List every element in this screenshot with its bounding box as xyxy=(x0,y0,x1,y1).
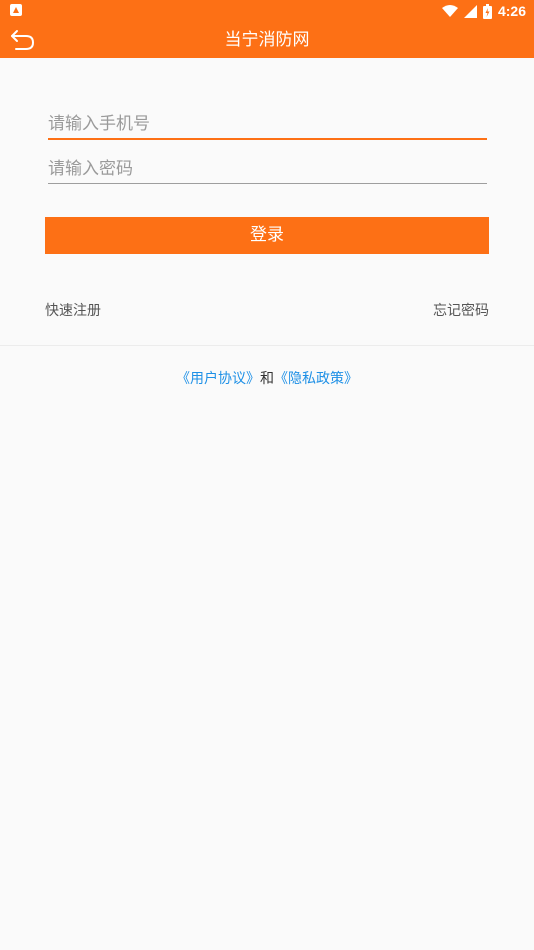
user-agreement-link[interactable]: 《用户协议》 xyxy=(176,371,260,387)
app-bar: 当宁消防网 xyxy=(0,22,534,58)
status-icons: 4:26 xyxy=(441,0,526,22)
agreement-text: 《用户协议》和《隐私政策》 xyxy=(0,368,534,388)
login-button[interactable]: 登录 xyxy=(45,217,489,254)
phone-input[interactable] xyxy=(48,114,487,134)
status-time: 4:26 xyxy=(497,3,526,19)
forgot-password-link[interactable]: 忘记密码 xyxy=(433,300,489,320)
signal-icon xyxy=(463,4,477,18)
privacy-policy-link[interactable]: 《隐私政策》 xyxy=(274,371,358,387)
status-bar: 4:26 xyxy=(0,0,534,22)
wifi-icon xyxy=(441,5,458,17)
battery-icon xyxy=(482,3,492,19)
password-field-container xyxy=(48,150,487,184)
agreement-conjunction: 和 xyxy=(260,371,274,387)
phone-field-container xyxy=(48,106,487,140)
page-title: 当宁消防网 xyxy=(224,30,310,50)
notification-icon xyxy=(10,4,22,16)
password-input[interactable] xyxy=(48,159,487,179)
divider xyxy=(0,345,534,346)
register-link[interactable]: 快速注册 xyxy=(45,300,101,320)
